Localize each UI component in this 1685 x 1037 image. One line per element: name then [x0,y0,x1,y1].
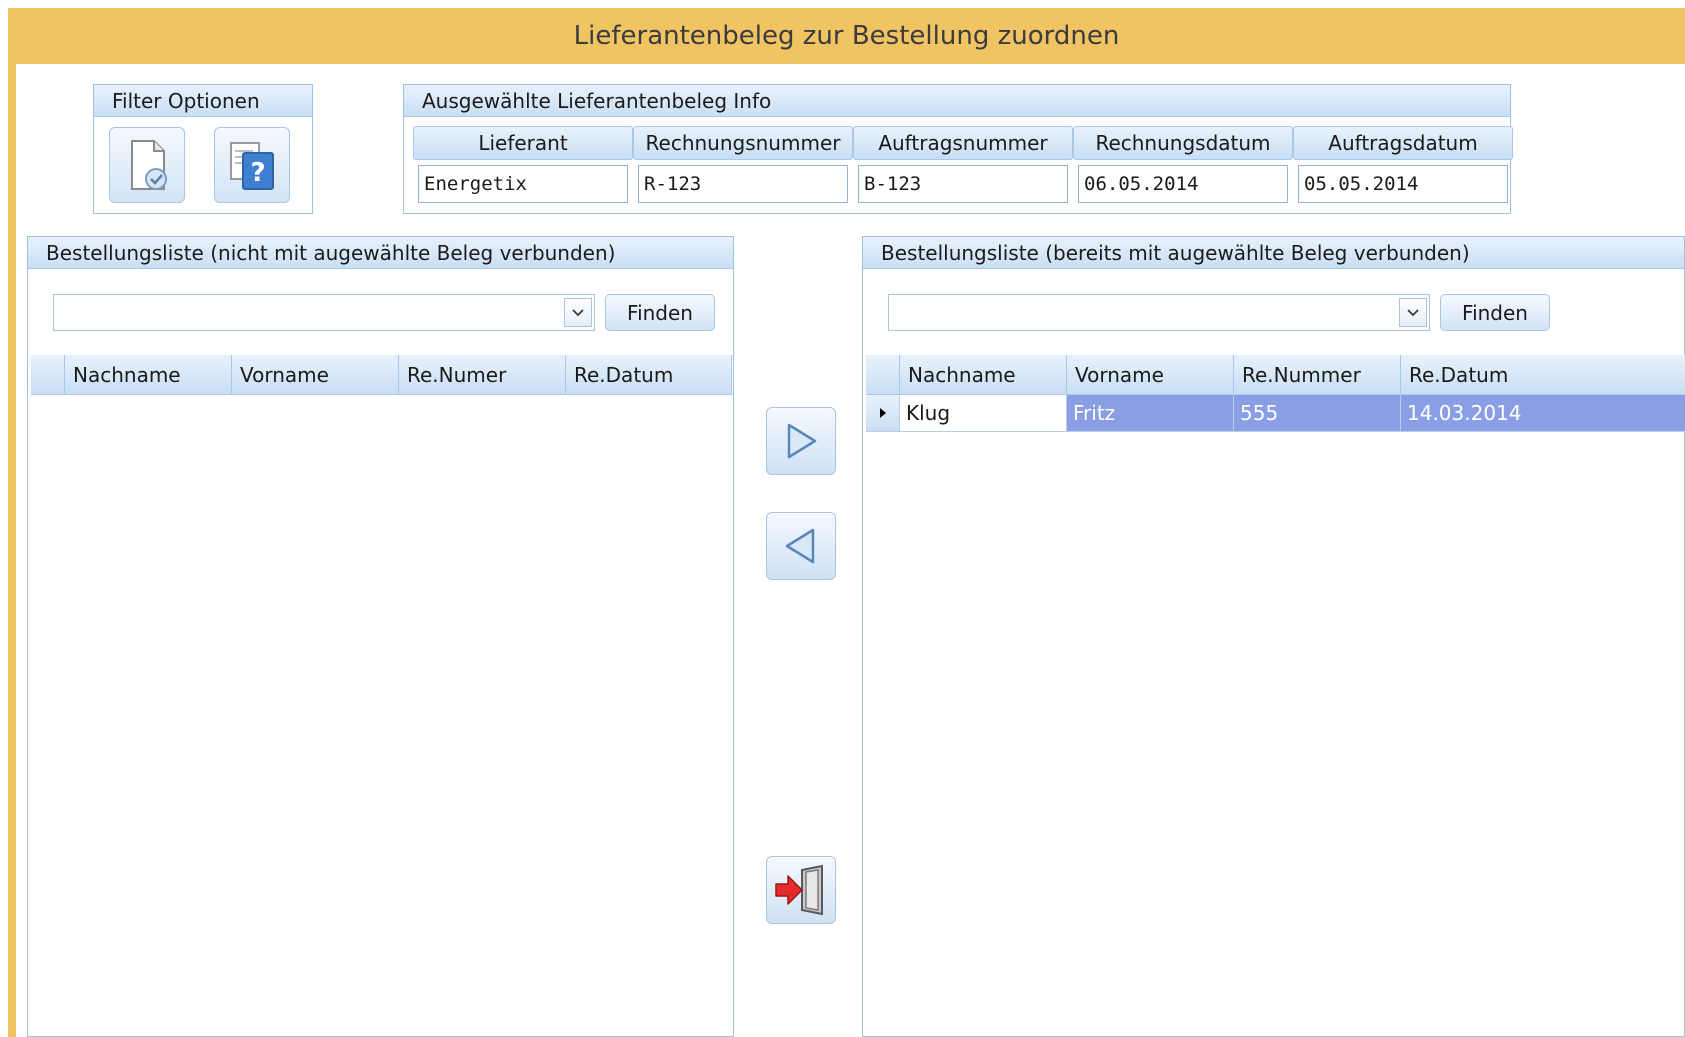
assigned-orders-title: Bestellungsliste (bereits mit augewählte… [863,237,1684,269]
rechnungsnummer-field[interactable]: R-123 [638,165,848,203]
table-row[interactable]: Klug Fritz 555 14.03.2014 [866,395,1685,432]
info-label-auftragsdatum: Auftragsdatum [1293,126,1513,160]
filter-options-title: Filter Optionen [94,85,312,117]
unassigned-orders-group: Bestellungsliste (nicht mit augewählte B… [27,236,734,1037]
document-check-icon [131,140,167,190]
assign-order-button[interactable] [766,407,836,475]
info-field-rechnungsdatum: Rechnungsdatum 06.05.2014 [1073,126,1293,214]
window-title: Lieferantenbeleg zur Bestellung zuordnen [573,21,1120,51]
left-grid-body[interactable] [31,395,732,1033]
filter-assigned-button[interactable] [109,127,185,203]
info-field-auftragsdatum: Auftragsdatum 05.05.2014 [1293,126,1513,214]
app-window: Lieferantenbeleg zur Bestellung zuordnen… [8,8,1685,1037]
auftragsnummer-field[interactable]: B-123 [858,165,1068,203]
info-label-lieferant: Lieferant [413,126,633,160]
row-pointer-icon [879,408,886,418]
exit-button[interactable] [766,856,836,924]
right-col-redatum[interactable]: Re.Datum [1401,355,1685,395]
lieferant-field[interactable]: Energetix [418,165,628,203]
unassigned-orders-title: Bestellungsliste (nicht mit augewählte B… [28,237,733,269]
filter-options-group: Filter Optionen ? [93,84,313,214]
svg-text:?: ? [250,158,265,188]
left-col-redatum[interactable]: Re.Datum [566,355,732,395]
right-col-renummer[interactable]: Re.Nummer [1234,355,1401,395]
right-combo-dropdown-button[interactable] [1399,298,1427,327]
selected-invoice-info-title: Ausgewählte Lieferantenbeleg Info [404,85,1510,117]
chevron-down-icon [1407,308,1419,316]
unassign-order-button[interactable] [766,512,836,580]
cell-redatum[interactable]: 14.03.2014 [1401,395,1685,432]
cell-nachname[interactable]: Klug [900,395,1067,432]
left-grid-indicator-header [31,355,65,395]
right-grid-indicator-header [866,355,900,395]
assigned-orders-group: Bestellungsliste (bereits mit augewählte… [862,236,1685,1037]
right-find-button[interactable]: Finden [1440,294,1550,331]
left-combo-dropdown-button[interactable] [564,298,592,327]
right-col-nachname[interactable]: Nachname [900,355,1067,395]
cell-vorname[interactable]: Fritz [1067,395,1234,432]
left-search-combo[interactable] [53,294,595,331]
selected-invoice-info-group: Ausgewählte Lieferantenbeleg Info Liefer… [403,84,1513,214]
document-help-icon: ? [230,142,274,190]
info-label-auftragsnummer: Auftragsnummer [853,126,1073,160]
left-col-renummer[interactable]: Re.Numer [399,355,566,395]
right-grid-body[interactable] [866,432,1683,1033]
client-area: Filter Optionen ? Ausgewählte Lieferante… [16,64,1685,1037]
left-col-nachname[interactable]: Nachname [65,355,232,395]
info-field-rechnungsnummer: Rechnungsnummer R-123 [633,126,853,214]
info-label-rechnungsdatum: Rechnungsdatum [1073,126,1293,160]
rechnungsdatum-field[interactable]: 06.05.2014 [1078,165,1288,203]
left-find-button[interactable]: Finden [605,294,715,331]
info-label-rechnungsnummer: Rechnungsnummer [633,126,853,160]
chevron-down-icon [572,308,584,316]
info-field-lieferant: Lieferant Energetix [413,126,633,214]
left-col-vorname[interactable]: Vorname [232,355,399,395]
arrow-left-icon [785,528,815,564]
left-grid-header: Nachname Vorname Re.Numer Re.Datum [31,355,732,395]
right-grid-header: Nachname Vorname Re.Nummer Re.Datum [866,355,1685,395]
exit-door-icon [775,864,823,916]
auftragsdatum-field[interactable]: 05.05.2014 [1298,165,1508,203]
filter-help-button[interactable]: ? [214,127,290,203]
right-col-vorname[interactable]: Vorname [1067,355,1234,395]
arrow-right-icon [787,423,817,459]
row-indicator[interactable] [866,395,900,432]
right-search-combo[interactable] [888,294,1430,331]
info-field-auftragsnummer: Auftragsnummer B-123 [853,126,1073,214]
cell-renummer[interactable]: 555 [1234,395,1401,432]
